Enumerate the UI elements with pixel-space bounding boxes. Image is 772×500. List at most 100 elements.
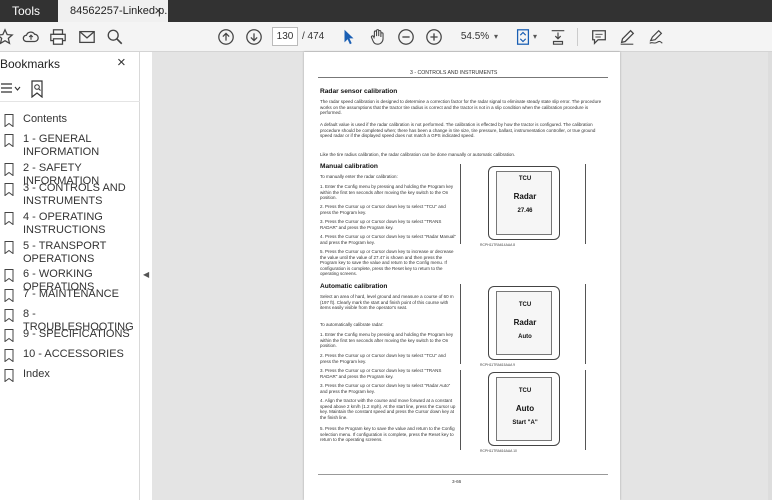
email-icon[interactable] (76, 26, 98, 48)
figure-caption: RCPH11TRA616AAA 10 (480, 449, 517, 453)
bookmark-icon (4, 369, 14, 382)
section-title: Radar sensor calibration (320, 88, 398, 95)
bookmark-label: 9 - SPECIFICATIONS (23, 328, 130, 340)
auto-lead: To automatically calibrate radar: (320, 322, 384, 327)
header-rule (318, 77, 608, 78)
bookmark-icon (4, 114, 14, 127)
auto-intro: Select an area of hard, level ground and… (320, 294, 454, 311)
bookmark-icon (4, 289, 14, 302)
zoom-in-icon[interactable] (423, 26, 445, 48)
manual-lead: To manually enter the radar calibration: (320, 174, 398, 179)
intro-paragraph: A default value is used if the radar cal… (320, 122, 596, 139)
manual-step: 5. Press the Cursor up or Cursor down ke… (320, 249, 454, 277)
tab-document-label: 84562257-Linked p... (70, 5, 168, 17)
display-device: TCU Radar Auto (488, 286, 560, 360)
bookmark-label: Contents (23, 113, 68, 125)
figure-caption: RCPH11TRA615AAA 9 (480, 363, 515, 367)
screen-line: 27.46 (517, 208, 533, 214)
cloud-upload-icon[interactable] (20, 26, 42, 48)
screen-line: Start "A" (512, 420, 538, 426)
display-device: TCU Auto Start "A" (488, 372, 560, 446)
page-down-icon[interactable] (243, 26, 265, 48)
auto-step: 3. Press the Cursor up or Cursor down ke… (320, 368, 442, 379)
screen-line: TCU (518, 176, 532, 182)
figure-radar-manual: TCU Radar 27.46 RCPH11TRA614AAA 8 (460, 164, 586, 249)
vertical-scrollbar[interactable] (768, 52, 772, 500)
bookmarks-panel: Bookmarks × Contents 1 - GENERAL INFORMA… (0, 52, 140, 500)
bookmark-label: 10 - ACCESSORIES (23, 348, 124, 360)
bookmark-icon (4, 134, 14, 147)
page-number: 3-66 (452, 479, 462, 484)
page-count: / 474 (302, 31, 325, 42)
comment-icon[interactable] (588, 26, 610, 48)
auto-step: 3. Press the Cursor up or Cursor down ke… (320, 383, 451, 394)
tab-close-icon[interactable]: × (154, 0, 162, 22)
bookmark-icon (4, 269, 14, 282)
display-screen: TCU Radar Auto (496, 291, 552, 355)
running-header: 3 - CONTROLS AND INSTRUMENTS (410, 70, 498, 76)
page-fit-icon[interactable] (512, 26, 534, 48)
find-bookmark-icon[interactable] (30, 80, 44, 98)
bookmark-icon (4, 183, 14, 196)
select-cursor-icon[interactable] (338, 26, 360, 48)
bookmark-icon (4, 163, 14, 176)
bookmark-icon (4, 212, 14, 225)
display-screen: TCU Auto Start "A" (496, 377, 552, 441)
manual-step: 3. Press the Cursor up or Cursor down ke… (320, 219, 442, 230)
print-icon[interactable] (47, 26, 69, 48)
intro-paragraph: Like the tire radius calibration, the ra… (320, 152, 516, 157)
page-up-icon[interactable] (215, 26, 237, 48)
sign-icon[interactable] (645, 26, 667, 48)
tab-tools[interactable]: Tools (0, 0, 58, 22)
screen-line: Auto (518, 334, 532, 340)
auto-step: 1. Enter the Config menu by pressing and… (320, 332, 454, 349)
screen-line: TCU (518, 302, 532, 308)
page-fit-dropdown-icon[interactable]: ▾ (533, 27, 537, 46)
bookmark-label: 3 - CONTROLS AND INSTRUMENTS (23, 182, 126, 207)
footer-rule (318, 474, 608, 475)
bookmarks-header: Bookmarks × (0, 52, 140, 74)
manual-step: 1. Enter the Config menu by pressing and… (320, 184, 454, 201)
bookmark-options-icon[interactable] (0, 82, 22, 96)
star-icon[interactable] (0, 26, 16, 48)
pen-icon[interactable] (616, 26, 638, 48)
auto-step: 5. Press the Program key to save the val… (320, 426, 455, 443)
auto-step: 2. Press the Cursor up or Cursor down ke… (320, 353, 446, 364)
bookmark-icon (4, 329, 14, 342)
display-device: TCU Radar 27.46 (488, 166, 560, 240)
zoom-dropdown-icon[interactable]: ▾ (494, 27, 498, 46)
screen-line: TCU (518, 388, 532, 394)
tab-bar: Tools 84562257-Linked p... × (0, 0, 772, 22)
bookmark-label: 4 - OPERATING INSTRUCTIONS (23, 211, 106, 236)
manual-step: 4. Press the Cursor up or Cursor down ke… (320, 234, 457, 245)
toolbar: 130 / 474 54.5% ▾ ▾ (0, 22, 772, 52)
bookmarks-toolbar (0, 78, 140, 102)
hand-tool-icon[interactable] (367, 26, 389, 48)
page-number-input[interactable]: 130 (272, 27, 298, 46)
bookmark-label: 1 - GENERAL INFORMATION (23, 133, 100, 158)
zoom-search-icon[interactable] (104, 26, 126, 48)
auto-step: 4. Align the tractor with the course and… (320, 398, 456, 420)
screen-line: Radar (513, 318, 537, 327)
intro-paragraph: The radar speed calibration is designed … (320, 99, 602, 116)
bookmark-icon (4, 349, 14, 362)
automatic-calibration-title: Automatic calibration (320, 283, 388, 290)
bookmark-icon (4, 241, 14, 254)
zoom-out-icon[interactable] (395, 26, 417, 48)
bookmark-label: Index (23, 368, 50, 380)
tab-document[interactable]: 84562257-Linked p... × (58, 0, 168, 22)
screen-line: Auto (515, 404, 535, 413)
manual-calibration-title: Manual calibration (320, 163, 378, 170)
zoom-level-select[interactable]: 54.5% (456, 27, 494, 46)
figure-radar-auto: TCU Radar Auto RCPH11TRA615AAA 9 (460, 284, 586, 369)
bookmarks-title: Bookmarks (0, 57, 61, 71)
document-viewer[interactable]: 3 - CONTROLS AND INSTRUMENTS Radar senso… (152, 52, 772, 500)
close-panel-icon[interactable]: × (117, 54, 126, 71)
bookmark-icon (4, 309, 14, 322)
display-screen: TCU Radar 27.46 (496, 171, 552, 235)
figure-caption: RCPH11TRA614AAA 8 (480, 243, 515, 247)
document-page: 3 - CONTROLS AND INSTRUMENTS Radar senso… (304, 52, 620, 500)
screen-line: Radar (513, 192, 537, 201)
toolbar-divider (577, 28, 578, 46)
scroll-mode-icon[interactable] (547, 26, 569, 48)
